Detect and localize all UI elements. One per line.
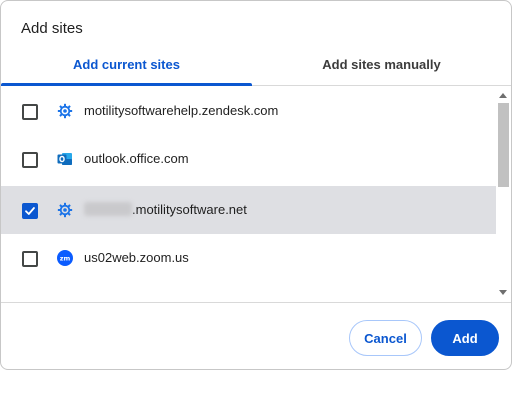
gear-icon <box>57 202 73 218</box>
cancel-button[interactable]: Cancel <box>349 320 422 356</box>
site-checkbox[interactable] <box>22 203 38 219</box>
site-checkbox[interactable] <box>22 251 38 267</box>
list-scrollbar[interactable] <box>496 86 511 301</box>
zoom-icon: zm <box>57 250 73 266</box>
tab-bar: Add current sites Add sites manually <box>1 47 511 86</box>
site-row-zendesk[interactable]: motilitysoftwarehelp.zendesk.com <box>1 87 496 135</box>
site-row-outlook[interactable]: outlook.office.com <box>1 135 496 183</box>
add-button[interactable]: Add <box>431 320 499 356</box>
scroll-thumb[interactable] <box>498 103 509 187</box>
site-checkbox[interactable] <box>22 104 38 120</box>
svg-text:zm: zm <box>60 255 71 263</box>
site-checkbox[interactable] <box>22 152 38 168</box>
outlook-icon <box>57 151 73 167</box>
scroll-down-icon[interactable] <box>499 290 507 295</box>
site-domain-wrapper: .motilitysoftware.net <box>84 202 247 217</box>
dialog-title: Add sites <box>21 20 83 37</box>
site-domain: us02web.zoom.us <box>84 250 189 265</box>
site-row-zoom[interactable]: zm us02web.zoom.us <box>1 234 496 282</box>
site-domain: .motilitysoftware.net <box>132 202 247 217</box>
tab-add-current-sites[interactable]: Add current sites <box>1 47 252 86</box>
site-domain: motilitysoftwarehelp.zendesk.com <box>84 103 279 118</box>
scroll-up-icon[interactable] <box>499 93 507 98</box>
tab-add-sites-manually[interactable]: Add sites manually <box>252 47 511 85</box>
site-domain: outlook.office.com <box>84 151 189 166</box>
site-list: motilitysoftwarehelp.zendesk.com outlook… <box>1 86 511 301</box>
add-sites-dialog: Add sites Add current sites Add sites ma… <box>0 0 512 370</box>
gear-icon <box>57 103 73 119</box>
dialog-footer: Cancel Add <box>1 302 511 369</box>
page-background <box>0 370 514 397</box>
site-row-motilitysoftware[interactable]: .motilitysoftware.net <box>1 186 496 234</box>
redacted-text <box>84 202 132 216</box>
